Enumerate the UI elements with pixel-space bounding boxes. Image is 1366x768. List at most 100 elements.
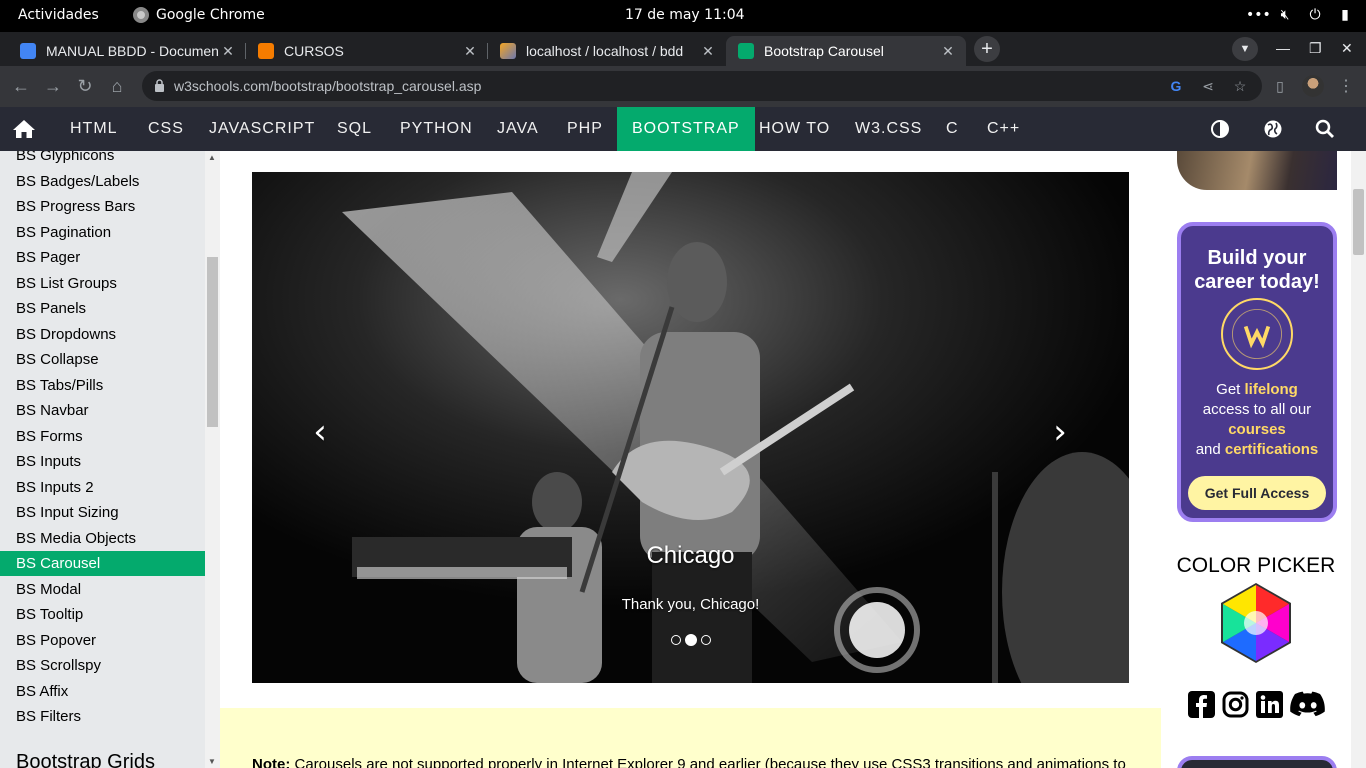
facebook-icon[interactable] (1188, 691, 1215, 718)
nav-how-to[interactable]: HOW TO (744, 107, 845, 151)
system-tray[interactable]: ••• 🔇︎ ⏻ ▮ (1246, 6, 1354, 24)
promo-photo[interactable] (1177, 151, 1337, 190)
sidebar-scroll-thumb[interactable] (207, 257, 218, 427)
page-scroll-thumb[interactable] (1353, 189, 1364, 255)
bookmark-star-icon[interactable]: ☆ (1231, 77, 1249, 95)
sidebar-item-affix[interactable]: BS Affix (0, 679, 205, 704)
sidebar-item-progress-bars[interactable]: BS Progress Bars (0, 194, 205, 219)
close-icon[interactable]: ✕ (462, 43, 478, 60)
window-close-icon[interactable]: ✕ (1341, 40, 1353, 57)
main-content: ‹ › Chicago Thank you, Chicago! Note: Ca… (220, 151, 1161, 768)
sidebar-item-filters[interactable]: BS Filters (0, 704, 205, 729)
home-icon[interactable] (12, 119, 36, 139)
carousel-prev-icon[interactable]: ‹ (300, 412, 340, 452)
nav-javascript[interactable]: JAVASCRIPT (194, 107, 330, 151)
sidebar-scrollbar[interactable]: ▲ ▼ (205, 151, 220, 768)
sidebar-item-popover[interactable]: BS Popover (0, 628, 205, 653)
side-panel-icon[interactable]: ▯ (1269, 75, 1291, 97)
discord-icon[interactable] (1290, 691, 1326, 718)
sidebar-item-list-groups[interactable]: BS List Groups (0, 271, 205, 296)
promo-card-bottom[interactable] (1177, 756, 1337, 768)
promo-card[interactable]: Build your career today! Get lifelong ac… (1177, 222, 1337, 522)
maximize-icon[interactable]: ❐ (1309, 40, 1322, 57)
scroll-down-icon[interactable]: ▼ (208, 757, 216, 766)
sidebar-item-pager[interactable]: BS Pager (0, 245, 205, 270)
promo-courses: courses (1228, 421, 1286, 438)
close-icon[interactable]: ✕ (220, 43, 236, 60)
chrome-icon (133, 7, 149, 23)
close-icon[interactable]: ✕ (940, 43, 956, 60)
globe-icon[interactable] (1263, 119, 1283, 139)
carousel[interactable]: ‹ › Chicago Thank you, Chicago! (252, 172, 1129, 683)
nav-w3css[interactable]: W3.CSS (840, 107, 937, 151)
page-scrollbar[interactable] (1351, 151, 1366, 768)
minimize-icon[interactable]: — (1276, 40, 1290, 56)
tab-cursos[interactable]: CURSOS ✕ (246, 36, 488, 66)
carousel-indicator-1[interactable] (670, 635, 681, 645)
sidebar-item-navbar[interactable]: BS Navbar (0, 398, 205, 423)
back-icon[interactable]: ← (10, 75, 32, 97)
promo-certifications: certifications (1224, 441, 1319, 458)
menu-kebab-icon[interactable]: ⋮ (1338, 76, 1354, 96)
sidebar-item-panels[interactable]: BS Panels (0, 296, 205, 321)
scroll-up-icon[interactable]: ▲ (208, 153, 216, 162)
sidebar-item-media-objects[interactable]: BS Media Objects (0, 526, 205, 551)
home-icon[interactable]: ⌂ (106, 75, 128, 97)
tab-label: MANUAL BBDD - Documen (46, 43, 219, 59)
nav-css[interactable]: CSS (133, 107, 199, 151)
promo-line4-pre: and (1195, 441, 1225, 458)
nav-c[interactable]: C (931, 107, 974, 151)
sidebar-item-input-sizing[interactable]: BS Input Sizing (0, 500, 205, 525)
address-bar[interactable]: w3schools.com/bootstrap/bootstrap_carous… (142, 71, 1262, 101)
sidebar-item-scrollspy[interactable]: BS Scrollspy (0, 653, 205, 678)
nav-python[interactable]: PYTHON (385, 107, 488, 151)
tab-search-button[interactable]: ▼ (1232, 37, 1258, 61)
app-menu[interactable]: Google Chrome (133, 7, 265, 23)
sidebar-item-inputs-2[interactable]: BS Inputs 2 (0, 475, 205, 500)
instagram-icon[interactable] (1222, 691, 1249, 718)
nav-cpp[interactable]: C++ (972, 107, 1035, 151)
nav-java[interactable]: JAVA (482, 107, 554, 151)
nav-html[interactable]: HTML (55, 107, 133, 151)
nav-sql[interactable]: SQL (322, 107, 387, 151)
sidebar-item-tooltip[interactable]: BS Tooltip (0, 602, 205, 627)
carousel-indicator-3[interactable] (700, 635, 711, 645)
sidebar-item-inputs[interactable]: BS Inputs (0, 449, 205, 474)
share-icon[interactable]: ⋖ (1199, 77, 1217, 95)
sidebar-item-tabs-pills[interactable]: BS Tabs/Pills (0, 373, 205, 398)
nav-php[interactable]: PHP (552, 107, 618, 151)
sidebar: BS Glyphicons BS Badges/Labels BS Progre… (0, 151, 220, 768)
carousel-next-icon[interactable]: › (1040, 412, 1080, 452)
reload-icon[interactable]: ↻ (74, 75, 96, 97)
carousel-indicator-2[interactable] (684, 634, 697, 646)
sidebar-item-collapse[interactable]: BS Collapse (0, 347, 205, 372)
activities-button[interactable]: Actividades (18, 7, 99, 23)
profile-avatar[interactable] (1302, 75, 1324, 97)
google-icon[interactable]: G (1167, 77, 1185, 95)
clock[interactable]: 17 de may 11:04 (625, 7, 745, 23)
promo-line1-pre: Get (1216, 381, 1245, 398)
tab-phpmyadmin[interactable]: localhost / localhost / bdd ✕ (488, 36, 726, 66)
sidebar-item-dropdowns[interactable]: BS Dropdowns (0, 322, 205, 347)
docs-icon (20, 43, 36, 59)
sidebar-item-pagination[interactable]: BS Pagination (0, 220, 205, 245)
promo-title: Build your career today! (1194, 247, 1320, 293)
color-wheel-icon[interactable] (1216, 583, 1296, 663)
sidebar-item-glyphicons[interactable]: BS Glyphicons (0, 151, 205, 168)
sidebar-item-modal[interactable]: BS Modal (0, 577, 205, 602)
forward-icon[interactable]: → (42, 75, 64, 97)
nav-bootstrap[interactable]: BOOTSTRAP (617, 107, 755, 151)
tab-manual-bbdd[interactable]: MANUAL BBDD - Documen ✕ (8, 36, 246, 66)
sidebar-item-badges-labels[interactable]: BS Badges/Labels (0, 169, 205, 194)
search-icon[interactable] (1315, 119, 1335, 139)
note-text: Note: Carousels are not supported proper… (252, 756, 1152, 768)
sidebar-item-forms[interactable]: BS Forms (0, 424, 205, 449)
new-tab-button[interactable]: + (974, 36, 1000, 62)
dark-mode-icon[interactable] (1210, 119, 1230, 139)
sidebar-item-carousel[interactable]: BS Carousel (0, 551, 205, 576)
get-full-access-button[interactable]: Get Full Access (1188, 476, 1326, 510)
close-icon[interactable]: ✕ (700, 43, 716, 60)
linkedin-icon[interactable] (1256, 691, 1283, 718)
os-top-bar: Actividades Google Chrome 17 de may 11:0… (0, 0, 1366, 32)
tab-bootstrap-carousel[interactable]: Bootstrap Carousel ✕ (726, 36, 966, 66)
